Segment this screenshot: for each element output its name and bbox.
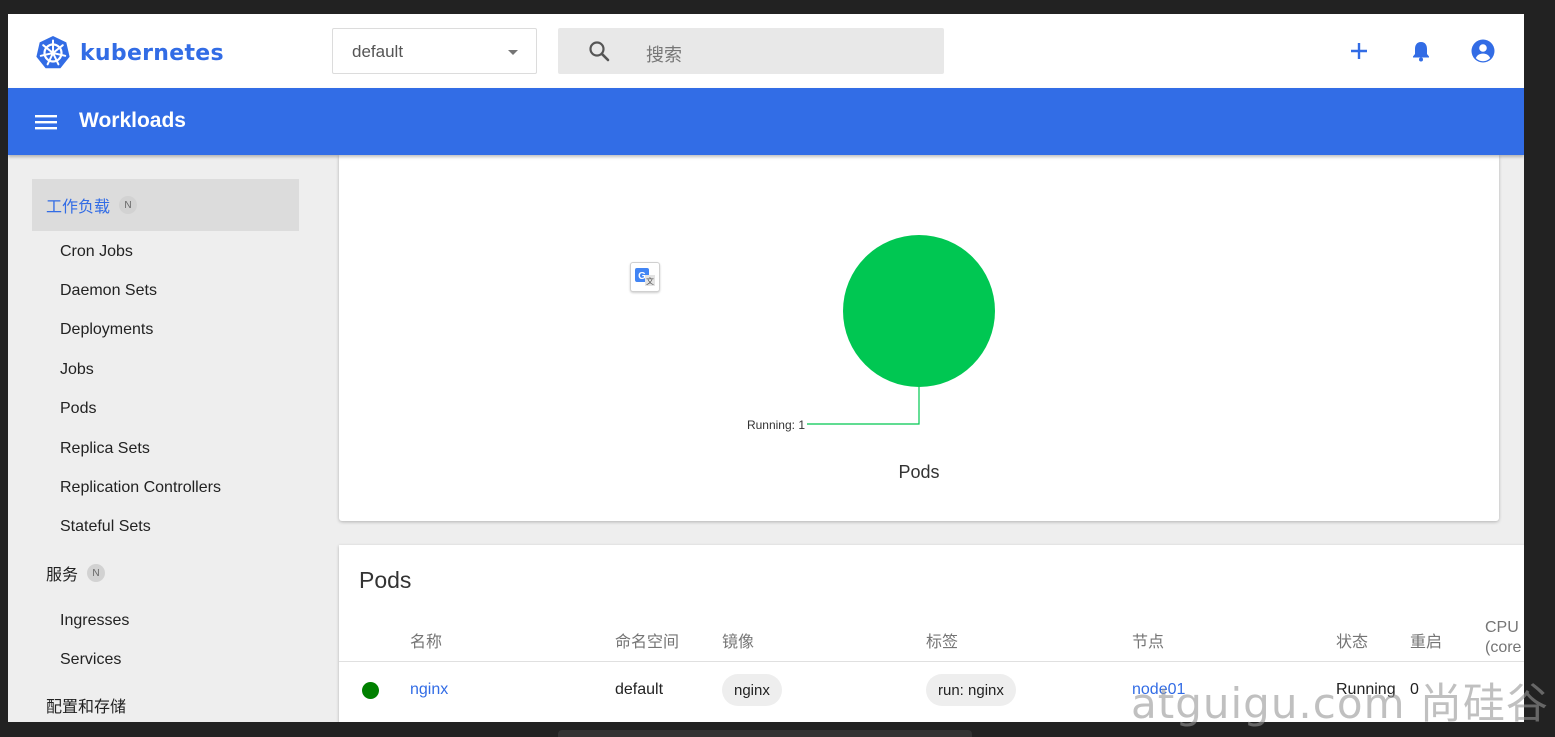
top-toolbar: kubernetes default 搜索	[8, 14, 1524, 89]
window-edge	[558, 730, 972, 737]
namespace-select[interactable]: default	[332, 28, 537, 74]
pod-namespace: default	[615, 681, 664, 698]
namespace-value: default	[352, 42, 404, 61]
column-header-cpu: CPU (core	[1485, 619, 1522, 656]
search-input[interactable]: 搜索	[558, 28, 944, 74]
hamburger-menu-icon[interactable]	[35, 111, 57, 133]
page-title-bar: Workloads	[8, 88, 1524, 155]
sidebar-category-config-storage[interactable]: 配置和存储	[32, 679, 299, 722]
column-header-namespace[interactable]: 命名空间	[615, 628, 679, 652]
page-title: Workloads	[79, 109, 186, 132]
category-label: 工作负载	[46, 199, 111, 216]
pod-image-chip: nginx	[722, 674, 782, 706]
sidebar-item-cron-jobs[interactable]: Cron Jobs	[60, 243, 133, 261]
sidebar-item-services[interactable]: Services	[60, 651, 121, 669]
category-label: 服务	[46, 567, 79, 584]
add-icon[interactable]	[1346, 38, 1372, 64]
pods-status-chart-card: G 文 Running: 1 Pods	[339, 155, 1499, 521]
kubernetes-logo[interactable]: kubernetes	[35, 34, 224, 72]
sidebar-item-pods[interactable]: Pods	[60, 400, 96, 418]
new-badge: N	[87, 564, 106, 582]
kubernetes-wheel-icon	[36, 36, 70, 69]
watermark-text: atguigu.com 尚硅谷	[1131, 679, 1549, 728]
sidebar-item-stateful-sets[interactable]: Stateful Sets	[60, 518, 151, 536]
chart-title: Pods	[898, 462, 939, 482]
status-indicator-icon	[362, 682, 379, 699]
pie-leader-line	[807, 387, 920, 425]
column-header-node: 节点	[1132, 634, 1165, 651]
search-placeholder: 搜索	[646, 45, 682, 65]
search-icon	[589, 41, 610, 62]
sidebar-item-ingresses[interactable]: Ingresses	[60, 612, 129, 630]
category-label: 配置和存储	[46, 699, 127, 716]
column-header-labels: 标签	[926, 634, 959, 651]
pie-slice-running[interactable]	[843, 235, 995, 387]
sidebar-item-deployments[interactable]: Deployments	[60, 321, 153, 339]
column-header-name[interactable]: 名称	[410, 628, 442, 652]
pod-label-chip: run: nginx	[926, 674, 1016, 706]
pie-slice-label: Running: 1	[747, 418, 805, 432]
sidebar-item-daemon-sets[interactable]: Daemon Sets	[60, 282, 157, 300]
dashboard-window: kubernetes default 搜索 Workloads 工作负载 N C…	[8, 14, 1524, 722]
account-circle-icon[interactable]	[1470, 38, 1496, 64]
sidebar-item-jobs[interactable]: Jobs	[60, 361, 94, 379]
sidebar-category-services[interactable]: 服务 N	[32, 547, 299, 599]
pod-name-link[interactable]: nginx	[410, 681, 448, 699]
brand-name: kubernetes	[80, 40, 224, 66]
pods-pie-chart: Running: 1 Pods	[747, 235, 995, 482]
sidebar-nav: 工作负载 N Cron Jobs Daemon Sets Deployments…	[8, 155, 320, 722]
sidebar-category-workloads[interactable]: 工作负载 N	[32, 179, 299, 231]
notifications-bell-icon[interactable]	[1408, 38, 1434, 64]
sidebar-item-replication-controllers[interactable]: Replication Controllers	[60, 479, 221, 497]
table-title: Pods	[359, 567, 412, 593]
column-header-restarts[interactable]: 重启	[1410, 628, 1442, 652]
dropdown-caret-icon	[508, 50, 518, 55]
column-header-status[interactable]: 状态	[1336, 628, 1368, 652]
new-badge: N	[119, 196, 138, 214]
sidebar-item-replica-sets[interactable]: Replica Sets	[60, 440, 150, 458]
column-header-image: 镜像	[722, 634, 755, 651]
